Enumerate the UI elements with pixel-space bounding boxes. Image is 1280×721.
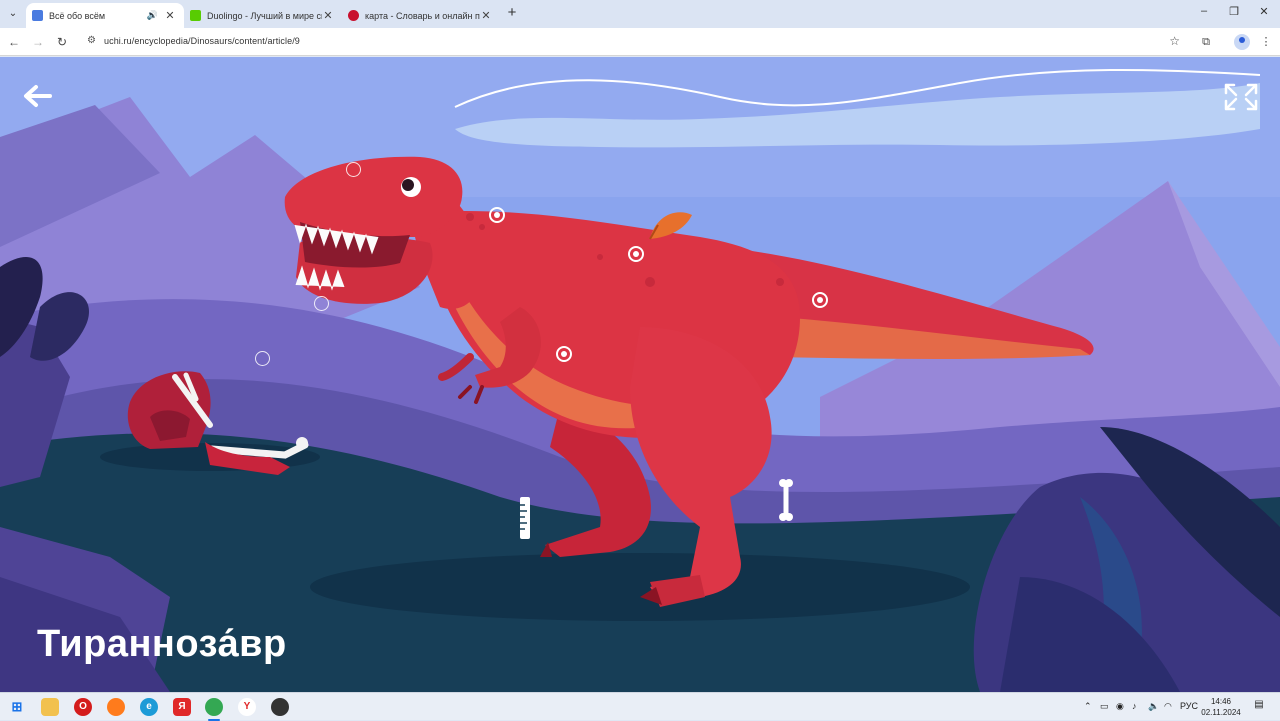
clock[interactable]: 14:46 02.11.2024 [1198,696,1244,718]
hotspot-nose[interactable] [346,162,361,177]
hotspot-jaw[interactable] [314,296,329,311]
profile-avatar[interactable] [1234,34,1250,50]
bone-tool[interactable] [777,477,795,523]
firefox-icon[interactable] [107,698,125,716]
reload-icon[interactable]: ↻ [54,34,70,50]
tray-wifi-icon[interactable]: ◠ [1164,701,1172,712]
obs-icon[interactable] [271,698,289,716]
tab-search-icon[interactable]: ⌄ [4,5,22,23]
file-explorer-icon[interactable] [41,698,59,716]
back-arrow-button[interactable] [20,81,56,111]
close-tab-icon[interactable]: ✕ [322,9,334,22]
tab-dictionary[interactable]: карта - Словарь и онлайн пер ✕ [342,3,500,28]
new-tab-button[interactable]: + [504,5,520,21]
hotspot-prey[interactable] [255,351,270,366]
tray-camera-icon[interactable]: ◉ [1116,701,1124,712]
hotspot-tail[interactable] [812,292,828,308]
tray-chevron-icon[interactable]: ⌃ [1084,701,1092,712]
hotspot-head[interactable] [489,207,505,223]
clock-date: 02.11.2024 [1201,708,1241,717]
fullscreen-button[interactable] [1222,81,1260,113]
hotspot-arm[interactable] [556,346,572,362]
menu-icon[interactable]: ⋮ [1258,34,1274,50]
back-nav-icon[interactable]: ← [6,34,22,50]
address-bar[interactable]: ⚙ uchi.ru/encyclopedia/Dinosaurs/content… [80,31,1188,53]
extensions-icon[interactable]: ⧉ [1198,34,1214,50]
url-text: uchi.ru/encyclopedia/Dinosaurs/content/a… [104,36,300,46]
browser-toolbar: ← → ↻ ⚙ uchi.ru/encyclopedia/Dinosaurs/c… [0,28,1280,56]
opera-icon[interactable]: O [74,698,92,716]
site-info-icon[interactable]: ⚙ [87,35,96,46]
tab-strip: ⌄ Всё обо всём 🔊 ✕ Duolingo - Лучший в м… [0,0,1280,28]
close-tab-icon[interactable]: ✕ [164,9,176,22]
yandex-browser-icon[interactable]: Y [238,698,256,716]
tray-network-icon[interactable]: ▭ [1100,701,1109,712]
windows-taskbar: ⊞ O e Я Y ⌃ ▭ ◉ ♪ 🔈 ◠ РУС 14:46 02.11.20… [0,692,1280,721]
tab-active[interactable]: Всё обо всём 🔊 ✕ [26,3,184,28]
notifications-icon[interactable]: ▤ [1252,699,1266,713]
duolingo-favicon [190,10,201,21]
language-indicator[interactable]: РУС [1180,701,1198,711]
speaker-icon[interactable]: 🔊 [147,10,158,21]
page-title: Тиранноза́вр [37,623,287,665]
tab-duolingo[interactable]: Duolingo - Лучший в мире сп ✕ [184,3,342,28]
arrow-left-icon [24,85,52,107]
windows-icon[interactable]: ⊞ [8,698,26,716]
minimize-icon[interactable]: – [1194,5,1214,17]
dictionary-favicon [348,10,359,21]
yandex-icon[interactable]: Я [173,698,191,716]
tab-favicon [32,10,43,21]
clock-time: 14:46 [1210,697,1232,706]
tray-volume-icon[interactable]: 🔈 [1148,701,1159,712]
tray-mic-icon[interactable]: ♪ [1132,701,1137,711]
forward-nav-icon[interactable]: → [30,34,46,50]
close-window-icon[interactable]: ✕ [1254,5,1274,18]
ruler-icon [520,497,530,539]
tab-title: карта - Словарь и онлайн пер [365,10,480,21]
bookmark-star-icon[interactable]: ☆ [1169,34,1180,48]
chrome-icon[interactable] [205,698,223,721]
close-tab-icon[interactable]: ✕ [480,9,492,22]
tab-title: Всё обо всём [49,10,106,21]
fullscreen-icon [1224,83,1258,111]
dinosaur-scene [0,57,1280,692]
restore-icon[interactable]: ❐ [1224,5,1244,18]
bone-icon [779,479,793,521]
ruler-tool[interactable] [518,495,532,541]
hotspot-back[interactable] [628,246,644,262]
encyclopedia-stage: Тиранноза́вр [0,57,1280,692]
tab-title: Duolingo - Лучший в мире сп [207,10,322,21]
edge-icon[interactable]: e [140,698,158,716]
